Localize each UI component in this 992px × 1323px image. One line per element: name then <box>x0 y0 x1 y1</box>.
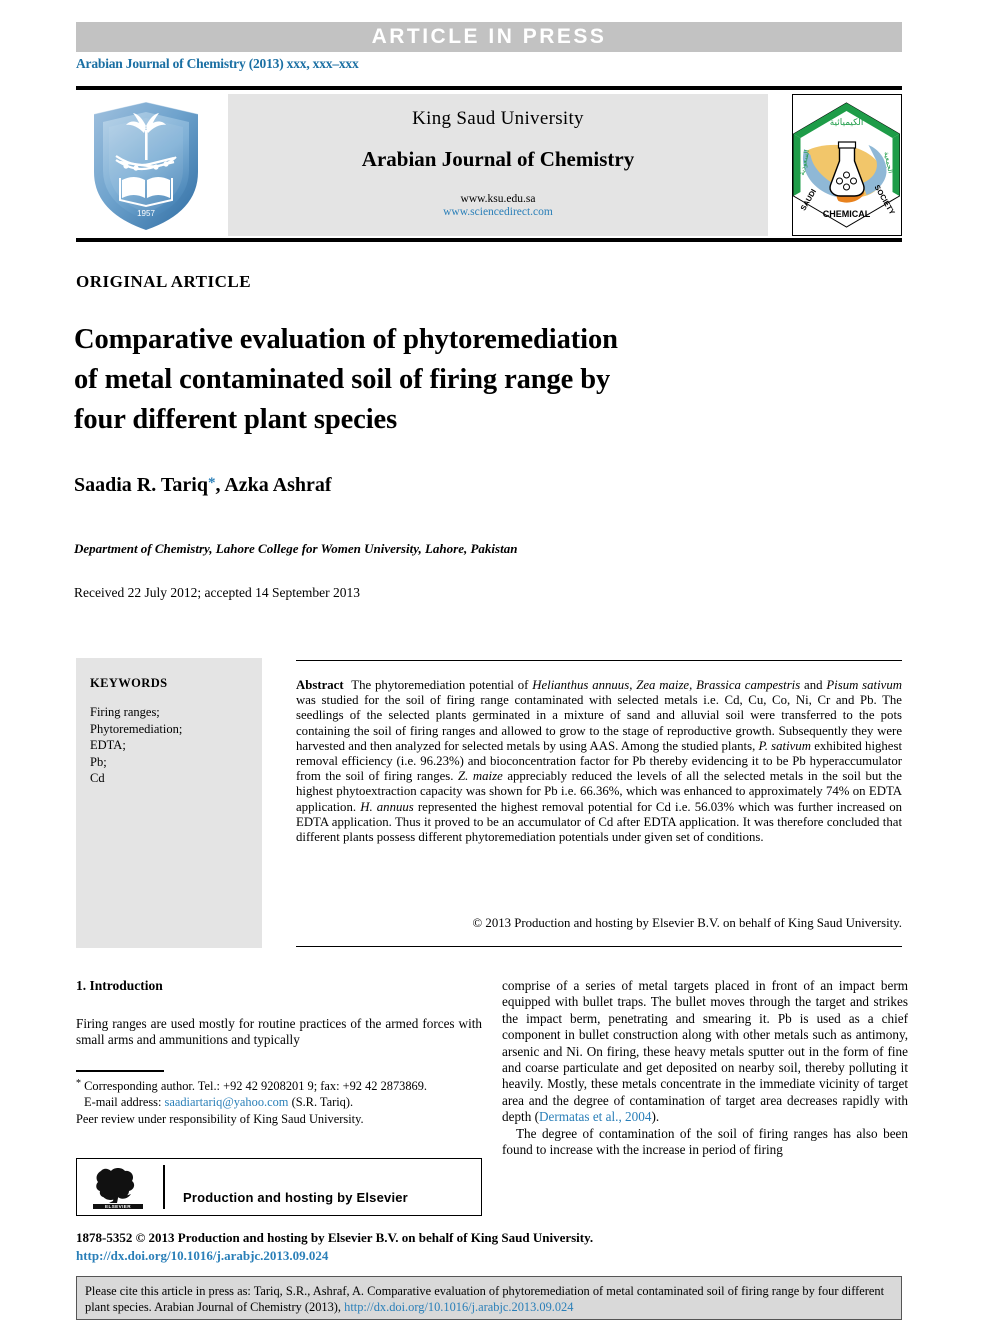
keywords-panel: KEYWORDS Firing ranges; Phytoremediation… <box>76 658 262 948</box>
author-list: Saadia R. Tariq*, Azka Ashraf <box>74 474 332 497</box>
section-heading-introduction: 1. Introduction <box>76 978 163 993</box>
masthead-rule-top <box>76 86 902 90</box>
abstract-seg: and <box>800 678 827 692</box>
journal-title: Arabian Journal of Chemistry <box>361 147 635 171</box>
species-name: Helianthus annuus <box>532 678 630 692</box>
email-link[interactable]: saadiartariq@yahoo.com <box>165 1095 289 1109</box>
svg-text:ELSEVIER: ELSEVIER <box>105 1204 131 1209</box>
peer-review-note: Peer review under responsibility of King… <box>76 1112 364 1127</box>
species-name: Z. maize <box>458 769 503 784</box>
keyword-item: Pb; <box>90 754 107 769</box>
university-name: King Saud University <box>412 108 584 129</box>
footnote-block: * Corresponding author. Tel.: +92 42 920… <box>76 1076 482 1128</box>
author-primary: Saadia R. Tariq <box>74 474 208 496</box>
title-line-1: Comparative evaluation of phytoremediati… <box>74 324 618 355</box>
elsevier-hosting-box: ELSEVIER Production and hosting by Elsev… <box>76 1158 482 1216</box>
species-name: P. sativum <box>758 738 811 753</box>
affiliation: Department of Chemistry, Lahore College … <box>74 541 518 556</box>
saudi-chemical-society-logo: الكيميائية SAUDI SOCIETY CHEMICAL السعود… <box>792 94 902 236</box>
masthead-rule-bottom <box>76 238 902 242</box>
keyword-item: Cd <box>90 771 105 785</box>
ksu-url[interactable]: www.ksu.edu.sa <box>228 193 768 205</box>
king-saud-university-logo: 1957 <box>76 94 216 236</box>
abstract-rule-top <box>296 660 902 661</box>
citation-doi-link[interactable]: http://dx.doi.org/10.1016/j.arabjc.2013.… <box>344 1300 573 1314</box>
issn-copyright-line: 1878-5352 © 2013 Production and hosting … <box>76 1230 594 1245</box>
article-type-label: ORIGINAL ARTICLE <box>76 272 252 291</box>
doi-link[interactable]: http://dx.doi.org/10.1016/j.arabjc.2013.… <box>76 1248 328 1264</box>
elsevier-tree-icon: ELSEVIER <box>91 1165 147 1211</box>
paragraph-text: comprise of a series of metal targets pl… <box>502 978 908 1125</box>
svg-text:CHEMICAL: CHEMICAL <box>823 209 871 219</box>
svg-text:1957: 1957 <box>137 209 155 218</box>
footnote-rule <box>76 1070 164 1072</box>
body-column-left: 1. Introduction Firing ranges are used m… <box>76 978 482 1049</box>
email-label: E-mail address: <box>84 1095 162 1110</box>
title-line-3: four different plant species <box>74 404 398 435</box>
author-secondary: , Azka Ashraf <box>215 474 332 496</box>
abstract-seg: The phytoremediation potential of <box>351 678 533 692</box>
article-in-press-banner: ARTICLE IN PRESS <box>76 22 902 52</box>
abstract-label: Abstract <box>296 678 344 692</box>
corresponding-author-note: * Corresponding author. Tel.: +92 42 920… <box>76 1076 482 1094</box>
email-note: E-mail address: saadiartariq@yahoo.com (… <box>76 1095 482 1110</box>
keywords-heading: KEYWORDS <box>90 676 168 690</box>
keyword-item: EDTA; <box>90 738 126 752</box>
svg-text:الكيميائية: الكيميائية <box>830 118 864 128</box>
species-name: Brassica campestris <box>696 678 801 692</box>
species-name: Pisum sativum <box>826 678 902 692</box>
elsevier-divider <box>163 1165 165 1209</box>
citation-link[interactable]: Dermatas et al., 2004 <box>539 1109 651 1124</box>
abstract-copyright: © 2013 Production and hosting by Elsevie… <box>472 916 903 930</box>
paragraph: The degree of contamination of the soil … <box>502 1125 908 1158</box>
footnote-star-icon: * <box>76 1078 81 1089</box>
article-page: ARTICLE IN PRESS Arabian Journal of Chem… <box>0 0 992 1323</box>
title-line-2: of metal contaminated soil of firing ran… <box>74 364 611 395</box>
masthead-center: King Saud University Arabian Journal of … <box>228 94 768 236</box>
email-owner: (S.R. Tariq). <box>291 1095 354 1110</box>
keyword-item: Phytoremediation; <box>90 721 183 736</box>
elsevier-hosting-text: Production and hosting by Elsevier <box>183 1190 408 1205</box>
species-name: H. annuus <box>360 799 414 814</box>
sciencedirect-url[interactable]: www.sciencedirect.com <box>228 206 768 218</box>
abstract-rule-bottom <box>296 946 902 947</box>
species-name: Zea maize <box>636 678 690 692</box>
body-column-right: comprise of a series of metal targets pl… <box>502 978 908 1158</box>
page-title: Comparative evaluation of phytoremediati… <box>74 320 774 440</box>
received-accepted-dates: Received 22 July 2012; accepted 14 Septe… <box>74 585 361 600</box>
paragraph: comprise of a series of metal targets pl… <box>502 978 908 1126</box>
paragraph-text-end: ). <box>651 1109 660 1125</box>
journal-reference-line: Arabian Journal of Chemistry (2013) xxx,… <box>76 56 359 71</box>
paragraph: Firing ranges are used mostly for routin… <box>76 1016 482 1048</box>
footnote-text: Corresponding author. Tel.: +92 42 92082… <box>84 1079 428 1093</box>
keyword-item: Firing ranges; <box>90 705 160 719</box>
journal-masthead: 1957 King Saud University Arabian Journa… <box>76 94 902 236</box>
abstract-text: Abstract The phytoremediation potential … <box>296 678 902 845</box>
citation-box: Please cite this article in press as: Ta… <box>76 1276 902 1320</box>
